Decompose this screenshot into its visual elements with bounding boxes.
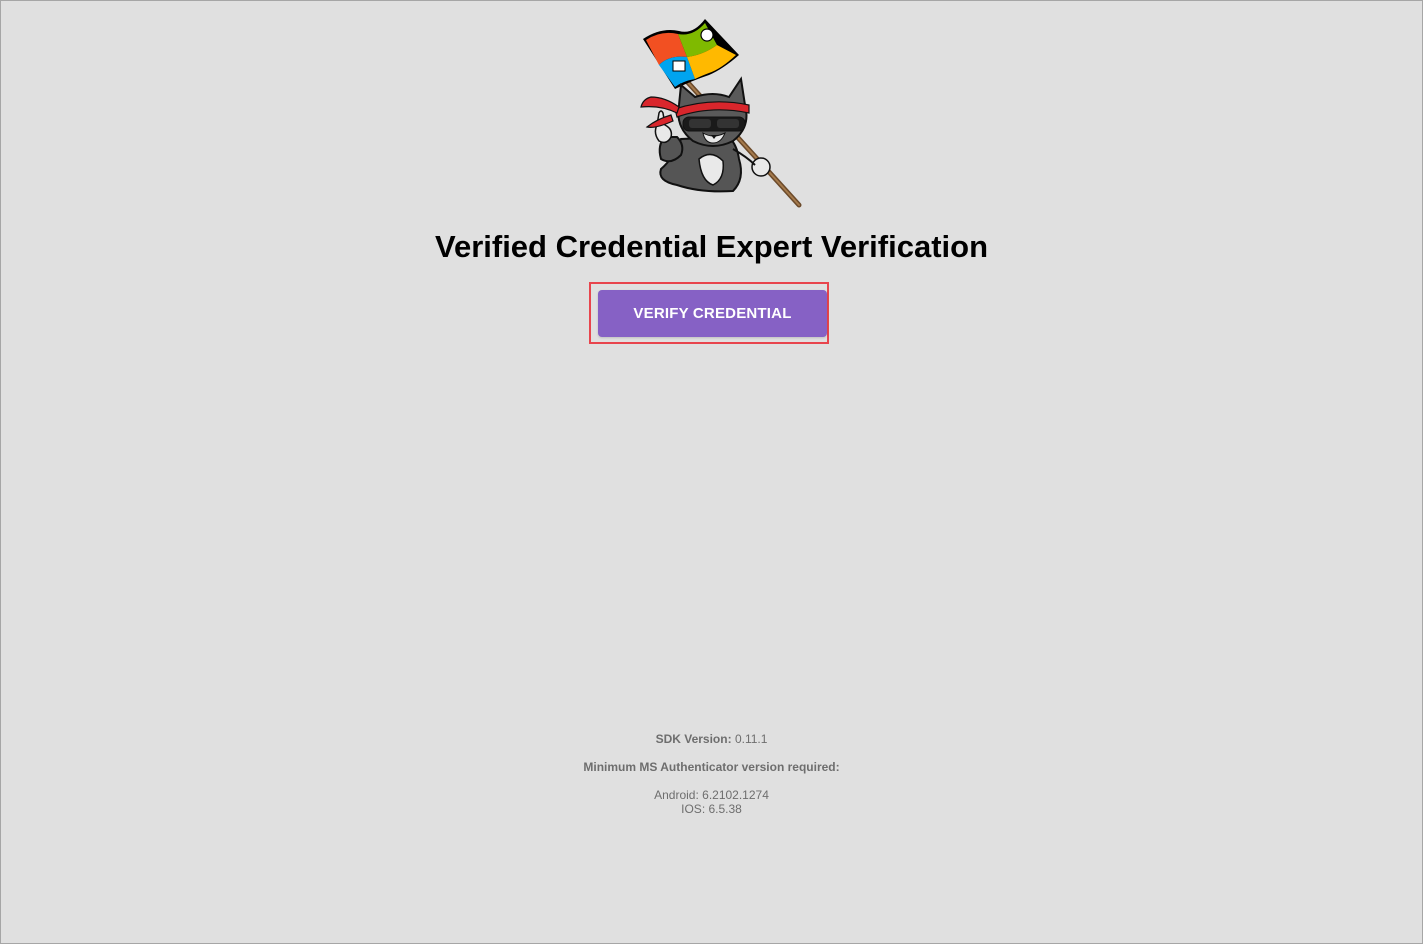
- min-version-label: Minimum MS Authenticator version require…: [583, 760, 840, 774]
- version-info: SDK Version: 0.11.1 Minimum MS Authentic…: [1, 732, 1422, 816]
- page-frame: Verified Credential Expert Verification …: [0, 0, 1423, 944]
- ninja-cat-flag-logo: [640, 19, 802, 208]
- sdk-version-value: 0.11.1: [734, 732, 768, 746]
- android-version: Android: 6.2102.1274: [654, 788, 769, 802]
- page-title: Verified Credential Expert Verification: [434, 229, 989, 264]
- min-version-line: Minimum MS Authenticator version require…: [1, 760, 1422, 774]
- verify-credential-button[interactable]: VERIFY CREDENTIAL: [598, 290, 827, 337]
- sdk-version-line: SDK Version: 0.11.1: [1, 732, 1422, 746]
- sdk-version-label: SDK Version:: [655, 732, 732, 746]
- ios-version: IOS: 6.5.38: [681, 802, 742, 816]
